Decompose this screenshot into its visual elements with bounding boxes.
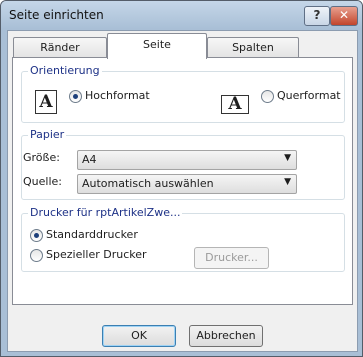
portrait-label[interactable]: Hochformat	[85, 89, 150, 102]
orientation-group: Orientierung A Hochformat A Querformat	[21, 64, 345, 123]
paper-size-value: A4	[82, 153, 97, 166]
window-title: Seite einrichten	[9, 8, 104, 22]
ok-button[interactable]: OK	[102, 325, 176, 347]
tab-panel-seite: Orientierung A Hochformat A Querformat P…	[12, 57, 353, 305]
tab-raender[interactable]: Ränder	[13, 37, 107, 58]
paper-source-select[interactable]: Automatisch auswählen ▼	[77, 174, 297, 194]
chevron-down-icon: ▼	[284, 153, 291, 163]
page-setup-dialog: Seite einrichten ? ✕ Ränder Seite Spalte…	[0, 0, 363, 357]
default-printer-label[interactable]: Standarddrucker	[46, 228, 138, 241]
dialog-client-area: Ränder Seite Spalten Orientierung A Hoch…	[7, 30, 358, 352]
tab-spalten[interactable]: Spalten	[207, 37, 299, 58]
paper-source-value: Automatisch auswählen	[82, 177, 214, 190]
printer-group-label: Drucker für rptArtikelZwe...	[28, 206, 183, 219]
specific-printer-radio[interactable]	[30, 249, 43, 262]
paper-source-label: Quelle:	[23, 175, 62, 188]
default-printer-radio[interactable]	[30, 229, 43, 242]
tab-seite[interactable]: Seite	[107, 33, 207, 59]
specific-printer-label[interactable]: Spezieller Drucker	[46, 248, 147, 261]
landscape-label[interactable]: Querformat	[277, 89, 341, 102]
portrait-page-icon: A	[35, 90, 57, 114]
paper-size-select[interactable]: A4 ▼	[77, 150, 297, 170]
title-bar: Seite einrichten ? ✕	[1, 1, 362, 29]
landscape-radio[interactable]	[261, 90, 274, 103]
orientation-group-label: Orientierung	[28, 64, 102, 77]
paper-size-label: Größe:	[23, 151, 60, 164]
chevron-down-icon: ▼	[284, 177, 291, 187]
paper-group: Papier Größe: A4 ▼ Quelle: Automatisch a…	[21, 128, 345, 200]
paper-group-label: Papier	[28, 128, 67, 141]
landscape-page-icon: A	[221, 95, 249, 114]
printer-button[interactable]: Drucker...	[194, 247, 269, 269]
help-button[interactable]: ?	[304, 6, 330, 26]
cancel-button[interactable]: Abbrechen	[189, 325, 263, 347]
portrait-radio[interactable]	[69, 90, 82, 103]
close-button[interactable]: ✕	[330, 6, 358, 26]
printer-group: Drucker für rptArtikelZwe... Standarddru…	[21, 206, 345, 272]
